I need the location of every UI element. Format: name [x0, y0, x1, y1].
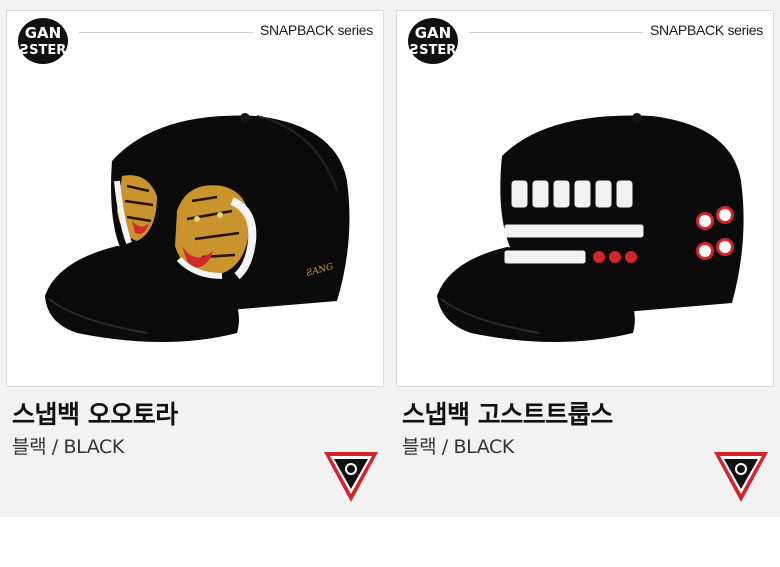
- product-name[interactable]: 스냅백 오오토라: [12, 395, 178, 431]
- product-panel: GAN ƧSTER SNAPBACK series ƧANG 스냅백 오오토라 …: [0, 0, 780, 517]
- product-name[interactable]: 스냅백 고스트트룹스: [402, 395, 613, 431]
- series-divider: [79, 32, 253, 33]
- svg-text:ƧSTER: ƧSTER: [20, 43, 66, 58]
- svg-text:GAN: GAN: [25, 24, 61, 42]
- series-label: SNAPBACK series: [260, 22, 373, 38]
- product-image-card[interactable]: GAN ƧSTER SNAPBACK series: [6, 10, 384, 387]
- product-color: 블랙 / BLACK: [12, 436, 124, 458]
- svg-text:GAN: GAN: [415, 24, 451, 42]
- product-image-card[interactable]: GAN ƧSTER SNAPBACK series: [396, 10, 774, 387]
- black-snapback-text-embroidery-icon: [437, 113, 744, 342]
- black-snapback-tiger-embroidery-icon: ƧANG: [45, 113, 350, 342]
- series-label: SNAPBACK series: [650, 22, 763, 38]
- gangster-brand-logo-icon: GAN ƧSTER: [18, 18, 68, 64]
- triangle-brand-badge-icon: [714, 452, 768, 502]
- triangle-brand-badge-icon: [324, 452, 378, 502]
- gangster-brand-logo-icon: GAN ƧSTER: [408, 18, 458, 64]
- svg-text:ƧSTER: ƧSTER: [410, 43, 456, 58]
- series-divider: [469, 32, 643, 33]
- product-color: 블랙 / BLACK: [402, 436, 514, 458]
